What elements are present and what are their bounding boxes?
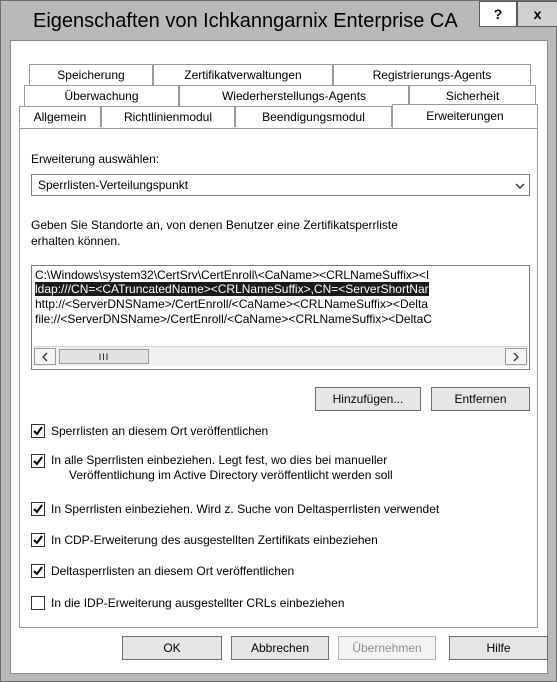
chevron-right-icon (513, 352, 519, 361)
extensions-panel (19, 128, 538, 628)
tab-beendigungsmodul[interactable]: Beendigungsmodul (235, 106, 392, 127)
help-button[interactable]: Hilfe (449, 636, 548, 660)
description-line-1: Geben Sie Standorte an, von denen Benutz… (31, 218, 398, 232)
tab-sicherheit[interactable]: Sicherheit (409, 85, 536, 106)
tab-wiederherstellungs-agents[interactable]: Wiederherstellungs-Agents (179, 85, 409, 106)
apply-button[interactable]: Übernehmen (338, 636, 436, 660)
extension-select-value: Sperrlisten-Verteilungspunkt (38, 178, 189, 192)
scroll-right-button[interactable] (505, 348, 527, 365)
include-all-crls-label-line-1: In alle Sperrlisten einbeziehen. Legt fe… (51, 453, 388, 467)
scroll-left-button[interactable] (34, 348, 56, 365)
checkmark-icon (33, 426, 43, 436)
checkmark-icon (33, 566, 43, 576)
cancel-button[interactable]: Abbrechen (231, 636, 329, 660)
location-list[interactable]: C:\Windows\system32\CertSrv\CertEnroll\<… (31, 265, 530, 370)
ok-button[interactable]: OK (122, 636, 222, 660)
tab-zertifikatverwaltungen[interactable]: Zertifikatverwaltungen (153, 64, 333, 85)
tab-ueberwachung[interactable]: Überwachung (24, 85, 179, 106)
include-in-cdp-checkbox[interactable] (31, 533, 45, 547)
select-extension-label: Erweiterung auswählen: (31, 152, 160, 166)
location-item[interactable]: file://<ServerDNSName>/CertEnroll/<CaNam… (35, 312, 432, 326)
include-in-crls-checkbox[interactable] (31, 502, 45, 516)
location-item[interactable]: C:\Windows\system32\CertSrv\CertEnroll\<… (35, 268, 429, 282)
scroll-thumb[interactable]: III (59, 349, 149, 364)
help-title-button[interactable]: ? (479, 1, 517, 27)
remove-location-button[interactable]: Entfernen (431, 387, 530, 411)
tab-registrierungs-agents[interactable]: Registrierungs-Agents (333, 64, 531, 85)
publish-delta-crl-label: Deltasperrlisten an diesem Ort veröffent… (51, 564, 295, 578)
checkmark-icon (33, 456, 43, 466)
publish-delta-crl-checkbox[interactable] (31, 564, 45, 578)
location-item-selected[interactable]: ldap:///CN=<CATruncatedName><CRLNameSuff… (35, 282, 429, 296)
publish-crl-checkbox[interactable] (31, 424, 45, 438)
extension-select[interactable]: Sperrlisten-Verteilungspunkt (31, 174, 530, 196)
tab-erweiterungen[interactable]: Erweiterungen (392, 104, 538, 128)
close-button[interactable]: x (517, 1, 557, 27)
chevron-left-icon (42, 352, 48, 361)
chevron-down-icon (515, 183, 525, 189)
add-location-button[interactable]: Hinzufügen... (315, 387, 421, 411)
tab-richtlinienmodul[interactable]: Richtlinienmodul (101, 106, 235, 127)
description-line-2: erhalten können. (31, 234, 121, 248)
window-title: Eigenschaften von Ichkanngarnix Enterpri… (33, 10, 458, 32)
include-in-cdp-label: In CDP-Erweiterung des ausgestellten Zer… (51, 533, 378, 547)
include-in-crls-label: In Sperrlisten einbeziehen. Wird z. Such… (51, 502, 440, 516)
title-bar[interactable]: Eigenschaften von Ichkanngarnix Enterpri… (1, 1, 557, 41)
include-in-idp-checkbox[interactable] (31, 596, 45, 610)
tab-speicherung[interactable]: Speicherung (29, 64, 153, 85)
include-all-crls-label-line-2: Veröffentlichung im Active Directory ver… (69, 468, 393, 482)
include-in-idp-label: In die IDP-Erweiterung ausgestellter CRL… (51, 596, 345, 610)
checkmark-icon (33, 535, 43, 545)
checkmark-icon (33, 504, 43, 514)
publish-crl-label: Sperrlisten an diesem Ort veröffentliche… (51, 424, 269, 438)
include-all-crls-checkbox[interactable] (31, 454, 45, 468)
horizontal-scrollbar[interactable]: III (33, 346, 528, 366)
tab-allgemein[interactable]: Allgemein (19, 106, 101, 127)
location-item[interactable]: http://<ServerDNSName>/CertEnroll/<CaNam… (35, 297, 428, 311)
